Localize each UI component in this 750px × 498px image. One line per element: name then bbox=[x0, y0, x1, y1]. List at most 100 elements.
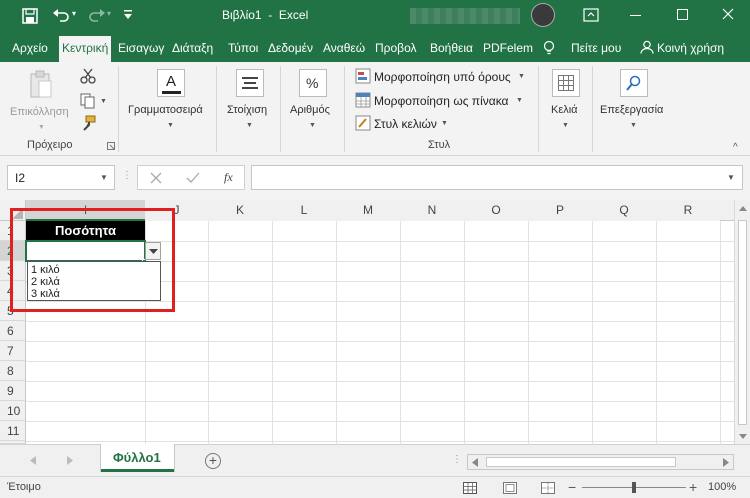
tab-home[interactable]: Κεντρική bbox=[59, 36, 112, 62]
cells-icon bbox=[552, 69, 580, 97]
share-person-icon[interactable] bbox=[640, 40, 654, 54]
tab-file[interactable]: Αρχείο bbox=[12, 41, 48, 55]
format-as-table-dropdown-icon[interactable]: ▼ bbox=[516, 97, 523, 104]
tab-review[interactable]: Αναθεώ bbox=[323, 41, 365, 55]
row-header-11[interactable]: 11 bbox=[0, 421, 26, 441]
page-break-preview-icon[interactable] bbox=[541, 482, 555, 494]
zoom-slider-thumb[interactable] bbox=[632, 482, 636, 493]
alignment-button[interactable]: Στοίχιση bbox=[227, 104, 267, 116]
ribbon: Επικόλληση ▼ ▼ Πρόχειρο A Γραμματοσειρά … bbox=[0, 62, 750, 156]
column-header-P[interactable]: P bbox=[528, 200, 592, 221]
zoom-level[interactable]: 100% bbox=[708, 481, 736, 493]
vertical-scrollbar[interactable] bbox=[734, 200, 750, 444]
name-box-dropdown-icon: ▼ bbox=[100, 173, 108, 182]
page-layout-view-icon[interactable] bbox=[503, 482, 517, 494]
number-format-icon: % bbox=[299, 69, 327, 97]
sheet-splitter-icon[interactable]: ⋮ bbox=[452, 454, 462, 465]
row-header-10[interactable]: 10 bbox=[0, 401, 26, 421]
formula-input[interactable]: ▼ bbox=[251, 165, 743, 190]
account-name-blurred bbox=[410, 8, 520, 24]
format-painter-icon[interactable] bbox=[80, 115, 96, 131]
ribbon-display-options-icon[interactable] bbox=[583, 8, 599, 22]
cells-button[interactable]: Κελιά bbox=[551, 104, 578, 116]
enter-check-icon[interactable] bbox=[186, 172, 200, 184]
undo-dropdown-icon[interactable]: ▾ bbox=[72, 9, 76, 18]
conditional-formatting-dropdown-icon[interactable]: ▼ bbox=[518, 73, 525, 80]
column-header-M[interactable]: M bbox=[336, 200, 400, 221]
insert-function-button[interactable]: fx bbox=[224, 170, 233, 185]
clipboard-dialog-launcher-icon[interactable] bbox=[107, 142, 115, 150]
column-header-Q[interactable]: Q bbox=[592, 200, 656, 221]
redo-dropdown-icon[interactable]: ▾ bbox=[107, 9, 111, 18]
paste-button[interactable]: Επικόλληση bbox=[10, 106, 69, 118]
number-button[interactable]: Αριθμός bbox=[290, 104, 330, 116]
tab-help[interactable]: Βοήθεια bbox=[430, 41, 473, 55]
zoom-in-button[interactable]: + bbox=[689, 479, 697, 495]
alignment-icon bbox=[236, 69, 264, 97]
tab-formulas[interactable]: Τύποι bbox=[228, 41, 258, 55]
column-header-K[interactable]: K bbox=[208, 200, 272, 221]
normal-view-icon[interactable] bbox=[463, 482, 477, 494]
format-as-table-button[interactable]: Μορφοποίηση ως πίνακα bbox=[374, 94, 508, 108]
share-button[interactable]: Κοινή χρήση bbox=[657, 41, 724, 55]
tab-layout[interactable]: Διάταξη bbox=[172, 41, 213, 55]
column-header-N[interactable]: N bbox=[400, 200, 464, 221]
tab-pdfelement[interactable]: PDFelem bbox=[483, 41, 533, 55]
font-icon: A bbox=[157, 69, 185, 97]
tab-view[interactable]: Προβολ bbox=[375, 41, 417, 55]
name-box[interactable]: I2 ▼ bbox=[7, 165, 115, 190]
cells-dropdown-icon[interactable]: ▼ bbox=[562, 122, 569, 129]
zoom-out-button[interactable]: − bbox=[568, 479, 576, 495]
lightbulb-icon[interactable] bbox=[543, 40, 555, 56]
editing-button[interactable]: Επεξεργασία bbox=[600, 104, 663, 116]
row-header-9[interactable]: 9 bbox=[0, 381, 26, 401]
scroll-sheets-left-icon[interactable] bbox=[30, 456, 36, 465]
alignment-dropdown-icon[interactable]: ▼ bbox=[246, 122, 253, 129]
row-header-7[interactable]: 7 bbox=[0, 341, 26, 361]
row-header-6[interactable]: 6 bbox=[0, 321, 26, 341]
sheet-tab-fyllo1[interactable]: Φύλλο1 bbox=[101, 444, 174, 472]
editing-dropdown-icon[interactable]: ▼ bbox=[630, 122, 637, 129]
redo-icon[interactable] bbox=[88, 7, 106, 23]
tell-me-search[interactable]: Πείτε μου bbox=[571, 41, 621, 55]
add-sheet-icon[interactable]: + bbox=[205, 453, 221, 469]
conditional-formatting-button[interactable]: Μορφοποίηση υπό όρους bbox=[374, 70, 511, 84]
cancel-entry-icon[interactable] bbox=[150, 172, 162, 184]
expand-formula-bar-icon[interactable]: ▼ bbox=[727, 173, 735, 182]
formula-buttons: fx bbox=[137, 165, 245, 190]
avatar[interactable] bbox=[531, 3, 555, 27]
column-header-L[interactable]: L bbox=[272, 200, 336, 221]
copy-icon[interactable] bbox=[80, 93, 96, 109]
customize-quick-access-icon[interactable] bbox=[123, 9, 133, 21]
close-icon[interactable] bbox=[722, 8, 734, 20]
red-highlight-annotation bbox=[10, 208, 175, 312]
undo-icon[interactable] bbox=[52, 7, 70, 23]
separator bbox=[538, 66, 539, 152]
save-icon[interactable] bbox=[22, 8, 38, 24]
paste-dropdown-icon[interactable]: ▼ bbox=[38, 124, 45, 131]
status-text: Έτοιμο bbox=[7, 481, 41, 493]
font-button[interactable]: Γραμματοσειρά bbox=[128, 104, 203, 116]
collapse-ribbon-icon[interactable]: ^ bbox=[733, 142, 738, 153]
column-header-O[interactable]: O bbox=[464, 200, 528, 221]
column-header-R[interactable]: R bbox=[656, 200, 720, 221]
scroll-sheets-right-icon[interactable] bbox=[67, 456, 73, 465]
row-header-8[interactable]: 8 bbox=[0, 361, 26, 381]
styles-group-label: Στυλ bbox=[428, 139, 451, 151]
paste-icon bbox=[30, 70, 52, 98]
maximize-icon[interactable] bbox=[677, 9, 688, 20]
worksheet-grid[interactable]: I J K L M N O P Q R 1 2 3 4 5 6 7 8 9 10… bbox=[0, 200, 750, 444]
cut-icon[interactable] bbox=[80, 68, 96, 84]
cell-styles-dropdown-icon[interactable]: ▼ bbox=[441, 120, 448, 127]
cell-styles-button[interactable]: Στυλ κελιών bbox=[374, 117, 437, 131]
copy-dropdown-icon[interactable]: ▼ bbox=[100, 98, 107, 105]
horizontal-scrollbar[interactable] bbox=[467, 454, 734, 470]
separator bbox=[344, 66, 345, 152]
font-dropdown-icon[interactable]: ▼ bbox=[167, 122, 174, 129]
horizontal-scroll-thumb bbox=[486, 457, 676, 467]
tab-insert[interactable]: Εισαγωγ bbox=[118, 41, 164, 55]
tab-data[interactable]: Δεδομέν bbox=[268, 41, 313, 55]
minimize-icon[interactable] bbox=[630, 15, 641, 16]
cell-styles-icon bbox=[355, 115, 371, 131]
number-dropdown-icon[interactable]: ▼ bbox=[309, 122, 316, 129]
